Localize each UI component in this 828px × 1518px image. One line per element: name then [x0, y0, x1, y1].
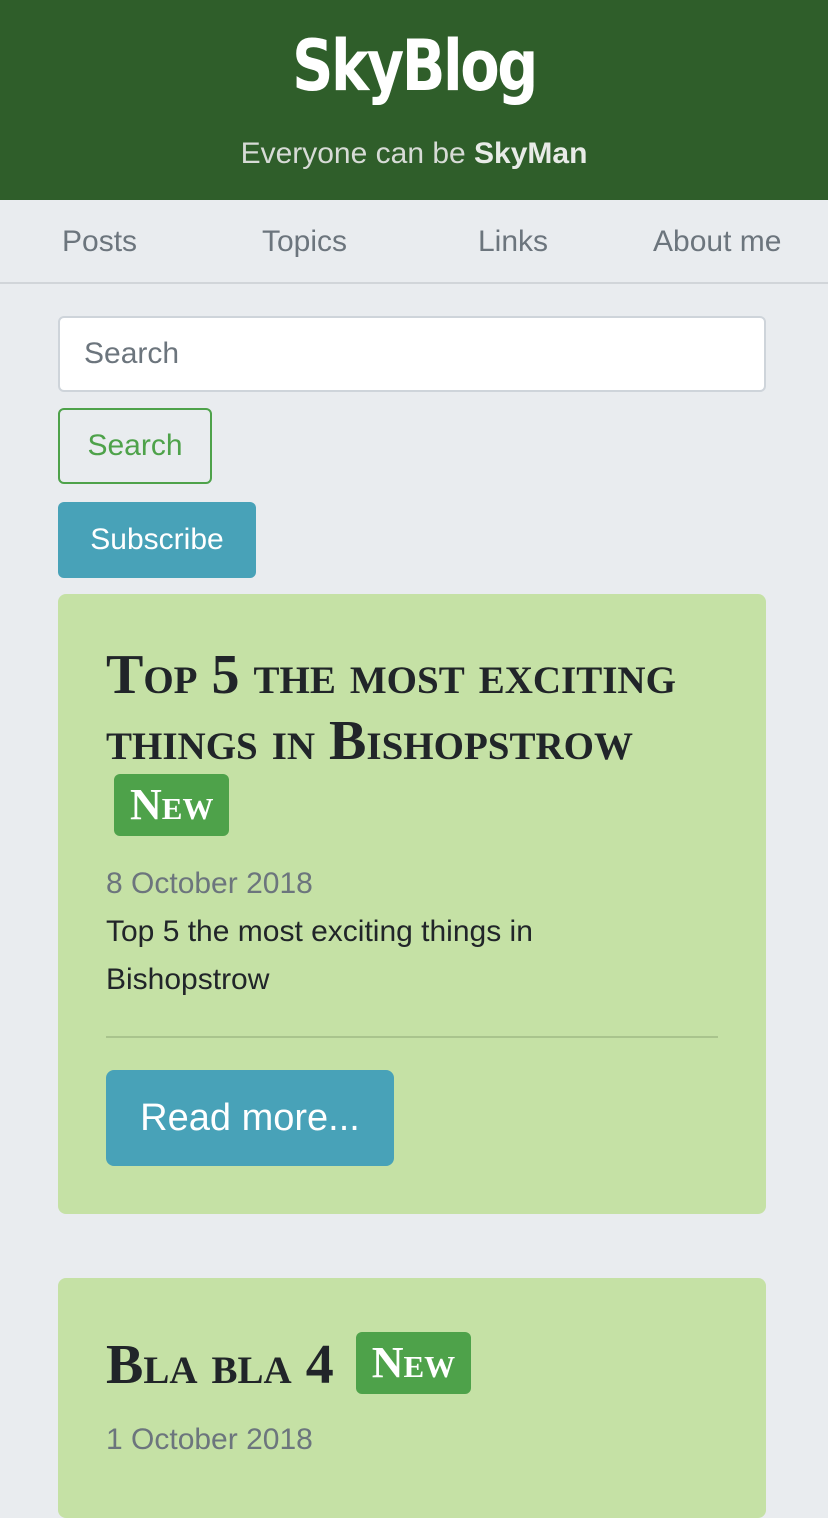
post-title[interactable]: Bla bla 4 New	[106, 1332, 726, 1398]
tagline-prefix: Everyone can be	[240, 137, 475, 170]
post-date: 8 October 2018	[106, 867, 313, 900]
site-tagline: Everyone can be SkyMan	[0, 134, 828, 174]
site-header: SkyBlog Everyone can be SkyMan	[0, 0, 828, 200]
search-button[interactable]: Search	[58, 408, 212, 484]
search-input[interactable]	[58, 316, 766, 392]
post-title-text[interactable]: Bla bla 4	[106, 1334, 334, 1396]
post-title-text[interactable]: Top 5 the most exciting things in Bishop…	[106, 644, 676, 772]
tagline-name: SkyMan	[474, 137, 588, 170]
new-badge: New	[355, 1332, 472, 1394]
site-brand[interactable]: SkyBlog	[75, 22, 754, 110]
post-date: 1 October 2018	[106, 1423, 313, 1456]
post-title[interactable]: Top 5 the most exciting things in Bishop…	[106, 642, 726, 840]
card-divider	[106, 1036, 718, 1038]
nav-item-topics[interactable]: Topics	[262, 222, 347, 262]
nav-item-links[interactable]: Links	[478, 222, 548, 262]
read-more-button[interactable]: Read more...	[106, 1070, 394, 1166]
nav-item-posts[interactable]: Posts	[62, 222, 137, 262]
post-card: Bla bla 4 New 1 October 2018	[58, 1278, 766, 1518]
post-excerpt: Top 5 the most exciting things in Bishop…	[106, 915, 533, 996]
nav-item-about-me[interactable]: About me	[653, 222, 781, 262]
new-badge: New	[114, 774, 230, 836]
subscribe-button[interactable]: Subscribe	[58, 502, 256, 578]
main-nav: Posts Topics Links About me	[0, 200, 828, 284]
post-card: Top 5 the most exciting things in Bishop…	[58, 594, 766, 1214]
